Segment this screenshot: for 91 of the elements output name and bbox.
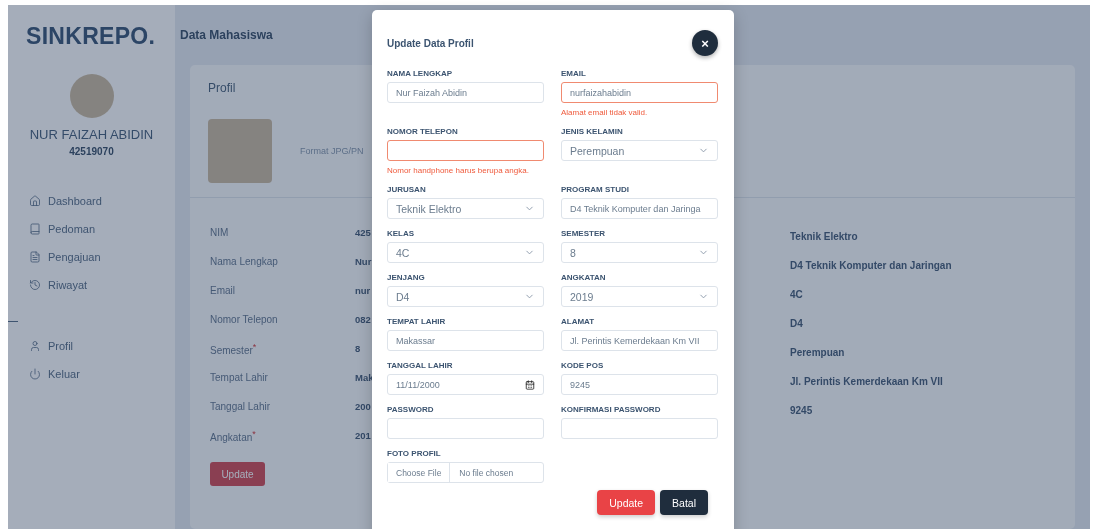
error-message: Nomor handphone harus berupa angka. <box>387 166 530 175</box>
avatar-photo-placeholder <box>69 74 114 118</box>
detail-label: Tanggal Lahir <box>210 401 272 412</box>
field-label: ALAMAT <box>561 317 596 326</box>
cancel-button[interactable]: Batal <box>660 490 708 515</box>
detail-value: Nur <box>355 256 372 267</box>
select-field[interactable]: 8 <box>561 242 718 263</box>
detail-label: Semester$^{*}$ <box>210 341 258 356</box>
file-status: No file chosen <box>458 467 514 478</box>
detail-value: Teknik Elektro <box>790 230 859 244</box>
detail-label: Nama Lengkap <box>210 256 279 267</box>
home-icon <box>29 195 41 207</box>
update-button[interactable]: Update <box>597 490 656 515</box>
update-button[interactable]: Update <box>210 462 265 486</box>
select-value: 2019 <box>570 290 594 303</box>
input-field[interactable]: Makassar <box>387 330 544 351</box>
select-field[interactable]: 4C <box>387 242 544 263</box>
detail-label: Email <box>210 285 236 296</box>
modal-title: Update Data Profil <box>387 37 474 49</box>
select-value: D4 <box>396 290 410 303</box>
detail-value: 082 <box>355 314 371 325</box>
detail-value: D4 <box>790 317 804 331</box>
nav-item[interactable]: Riwayat <box>29 275 175 295</box>
detail-value: 201 <box>355 430 371 441</box>
field-label: TEMPAT LAHIR <box>387 317 447 326</box>
input-field[interactable]: nurfaizahabidin <box>561 82 718 103</box>
field-label: JURUSAN <box>387 185 427 194</box>
field-label: PASSWORD <box>387 405 435 414</box>
field-label: KODE POS <box>561 361 605 370</box>
select-field[interactable]: D4 <box>387 286 544 307</box>
field-label: KONFIRMASI PASSWORD <box>561 405 662 414</box>
detail-value: nur <box>355 285 371 296</box>
detail-value: 8 <box>355 343 361 354</box>
detail-label: Tempat Lahir <box>210 372 269 383</box>
field-label: TANGGAL LAHIR <box>387 361 454 370</box>
select-value: 8 <box>570 246 576 259</box>
logo: SINKREPO. <box>25 22 157 50</box>
user-name: NUR FAIZAH ABIDIN <box>28 127 155 142</box>
field-label: PROGRAM STUDI <box>561 185 630 194</box>
detail-value: 425 <box>355 227 371 238</box>
photo-format-hint: Format JPG/PN <box>300 146 364 156</box>
document-icon <box>29 251 41 263</box>
field-label: SEMESTER <box>561 229 606 238</box>
select-value: Teknik Elektro <box>396 202 462 215</box>
detail-value: Perempuan <box>790 346 846 360</box>
select-value: Perempuan <box>570 144 625 157</box>
book-icon <box>29 223 41 235</box>
field-label: KELAS <box>387 229 416 238</box>
calendar-icon <box>525 379 535 390</box>
nav-item[interactable]: Pengajuan <box>29 247 175 267</box>
select-field[interactable]: Teknik Elektro <box>387 198 544 219</box>
field-label: JENJANG <box>387 273 426 282</box>
field-label: JENIS KELAMIN <box>561 127 624 136</box>
photo-placeholder <box>208 119 272 183</box>
detail-value: D4 Teknik Komputer dan Jaringan <box>790 259 952 273</box>
user-id: 42519070 <box>68 146 115 157</box>
field-label: ANGKATAN <box>561 273 607 282</box>
field-label: NOMOR TELEPON <box>387 127 459 136</box>
close-button[interactable]: × <box>692 30 718 56</box>
field-label: EMAIL <box>561 69 587 78</box>
history-icon <box>29 279 41 291</box>
choose-file-button[interactable]: Choose File <box>388 463 451 482</box>
detail-value: Jl. Perintis Kemerdekaan Km VII <box>790 375 944 389</box>
input-field[interactable]: Jl. Perintis Kemerdekaan Km VII <box>561 330 718 351</box>
detail-value: 4C <box>790 288 804 302</box>
card-title: Profil <box>208 81 236 95</box>
nav-item[interactable]: Pedoman <box>29 219 175 239</box>
field-label: NAMA LENGKAP <box>387 69 454 78</box>
input-field[interactable]: 9245 <box>561 374 718 395</box>
error-message: Alamat email tidak valid. <box>561 108 649 117</box>
field-label: FOTO PROFIL <box>387 449 442 458</box>
date-field[interactable]: 11/11/2000 <box>387 374 544 395</box>
page-title: Data Mahasiswa <box>180 28 273 42</box>
nav-item[interactable]: Dashboard <box>29 191 175 211</box>
file-input[interactable]: Choose File No file chosen <box>387 462 544 483</box>
nav-item[interactable]: Keluar <box>29 364 175 384</box>
input-field[interactable]: Nur Faizah Abidin <box>387 82 544 103</box>
detail-label: Angkatan$^{*}$ <box>210 428 257 443</box>
nav-item[interactable]: Profil <box>29 336 175 356</box>
select-field[interactable]: 2019 <box>561 286 718 307</box>
date-value: 11/11/2000 <box>396 379 440 390</box>
power-icon <box>29 368 41 380</box>
user-icon <box>29 340 41 352</box>
detail-label: NIM <box>210 227 230 238</box>
input-field[interactable] <box>387 140 544 161</box>
detail-value: 200 <box>355 401 371 412</box>
select-field[interactable]: Perempuan <box>561 140 718 161</box>
input-field[interactable]: D4 Teknik Komputer dan Jaringa <box>561 198 718 219</box>
select-value: 4C <box>396 246 410 259</box>
detail-label: Nomor Telepon <box>210 314 279 325</box>
detail-value: 9245 <box>790 404 814 418</box>
